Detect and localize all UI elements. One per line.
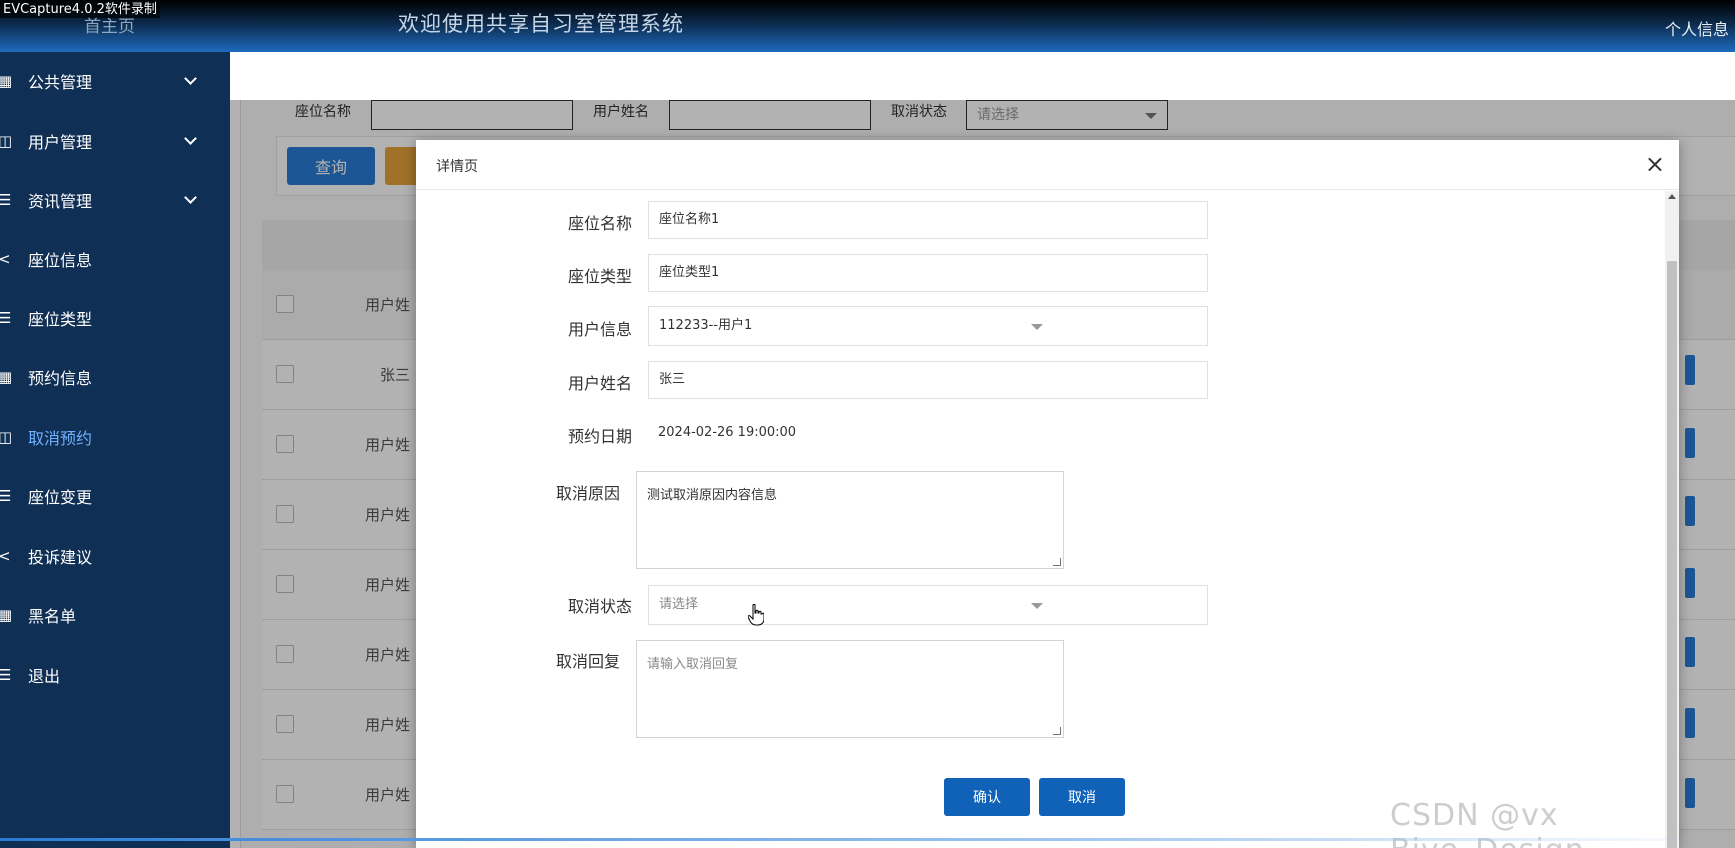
dialog-title: 详情页: [436, 159, 478, 175]
close-icon[interactable]: ×: [1645, 150, 1665, 178]
sidebar-item-label: 取消预约: [28, 429, 93, 448]
hand-cursor-icon: [748, 604, 764, 626]
cancel-reason-label: 取消原因: [555, 484, 620, 503]
sidebar-item-seat-info[interactable]: < 座位信息: [0, 239, 230, 279]
sidebar-item-public-management[interactable]: ▦ 公共管理: [0, 61, 230, 101]
resize-grip-icon[interactable]: [1053, 558, 1061, 566]
main-top-strip: [230, 52, 1735, 100]
recorder-label: EVCapture4.0.2软件录制: [0, 2, 160, 18]
sidebar-item-label: 公共管理: [28, 73, 93, 92]
share-icon: <: [0, 547, 11, 565]
share-icon: <: [0, 250, 11, 268]
system-title: 欢迎使用共享自习室管理系统: [398, 12, 684, 36]
cancel-reason-textarea[interactable]: 测试取消原因内容信息: [636, 471, 1064, 569]
chevron-down-icon: [184, 132, 197, 145]
seat-type-label: 座位类型: [567, 267, 632, 286]
list-icon: ☰: [0, 309, 12, 327]
dialog-scrollbar[interactable]: [1665, 191, 1679, 848]
book-icon: ◫: [0, 428, 13, 446]
seat-type-field[interactable]: 座位类型1: [648, 254, 1208, 292]
confirm-button[interactable]: 确认: [944, 778, 1030, 816]
cancel-button[interactable]: 取消: [1039, 778, 1125, 816]
top-header: 首主页 欢迎使用共享自习室管理系统 个人信息: [0, 0, 1735, 52]
grid-icon: ▦: [0, 72, 13, 90]
sidebar-item-label: 预约信息: [28, 369, 93, 388]
user-name-field[interactable]: 张三: [648, 361, 1208, 399]
chevron-down-icon: [184, 191, 197, 204]
sidebar-item-news-management[interactable]: ☰ 资讯管理: [0, 180, 230, 220]
sidebar-item-label: 投诉建议: [28, 548, 93, 567]
sidebar-item-label: 座位变更: [28, 488, 93, 507]
resize-grip-icon[interactable]: [1053, 727, 1061, 735]
cancel-status-label: 取消状态: [567, 597, 632, 616]
sidebar-item-user-management[interactable]: ◫ 用户管理: [0, 121, 230, 161]
chevron-down-icon: [1031, 324, 1043, 330]
sidebar: ▦ 公共管理 ◫ 用户管理 ☰ 资讯管理 < 座位信息 ☰ 座位类型 ▦ 预约信…: [0, 52, 230, 848]
user-info-value: 112233--用户1: [659, 318, 753, 333]
sidebar-item-booking-info[interactable]: ▦ 预约信息: [0, 357, 230, 397]
sidebar-item-label: 座位类型: [28, 310, 93, 329]
list-icon: ☰: [0, 666, 12, 684]
user-info-select[interactable]: 112233--用户1: [648, 306, 1208, 346]
sidebar-item-label: 退出: [28, 667, 61, 686]
user-name-label: 用户姓名: [567, 374, 632, 393]
sidebar-item-label: 资讯管理: [28, 192, 93, 211]
sidebar-item-blacklist[interactable]: ▦ 黑名单: [0, 595, 230, 635]
scrollbar-thumb[interactable]: [1667, 261, 1677, 848]
sidebar-item-seat-type[interactable]: ☰ 座位类型: [0, 298, 230, 338]
cancel-status-select[interactable]: 请选择: [648, 585, 1208, 625]
cancel-reply-placeholder: 请输入取消回复: [647, 657, 739, 672]
sidebar-item-label: 用户管理: [28, 133, 93, 152]
cancel-reply-textarea[interactable]: 请输入取消回复: [636, 640, 1064, 738]
sidebar-item-label: 座位信息: [28, 251, 93, 270]
user-info-label: 用户信息: [567, 320, 632, 339]
progress-line: [0, 838, 1735, 841]
seat-name-label: 座位名称: [567, 214, 632, 233]
chevron-down-icon: [184, 72, 197, 85]
grid-icon: ▦: [0, 368, 13, 386]
scroll-up-icon[interactable]: [1668, 194, 1676, 199]
booking-date-value: 2024-02-26 19:00:00: [658, 425, 797, 440]
sidebar-item-complaints[interactable]: < 投诉建议: [0, 536, 230, 576]
chevron-down-icon: [1031, 603, 1043, 609]
cancel-reason-value: 测试取消原因内容信息: [647, 488, 778, 503]
sidebar-item-logout[interactable]: ☰ 退出: [0, 655, 230, 695]
personal-info-link[interactable]: 个人信息: [1665, 16, 1729, 40]
list-icon: ☰: [0, 191, 12, 209]
sidebar-item-label: 黑名单: [28, 607, 77, 626]
cancel-status-placeholder: 请选择: [659, 597, 699, 612]
dialog-header: 详情页 ×: [416, 140, 1679, 190]
sidebar-item-seat-change[interactable]: ☰ 座位变更: [0, 476, 230, 516]
booking-date-label: 预约日期: [567, 427, 632, 446]
list-icon: ☰: [0, 487, 12, 505]
seat-name-field[interactable]: 座位名称1: [648, 201, 1208, 239]
detail-dialog: 详情页 × 座位名称 座位名称1 座位类型 座位类型1 用户信息 112233-…: [416, 140, 1679, 848]
grid-icon: ▦: [0, 606, 13, 624]
cancel-reply-label: 取消回复: [555, 652, 620, 671]
book-icon: ◫: [0, 132, 13, 150]
sidebar-item-cancel-booking[interactable]: ◫ 取消预约: [0, 417, 230, 457]
